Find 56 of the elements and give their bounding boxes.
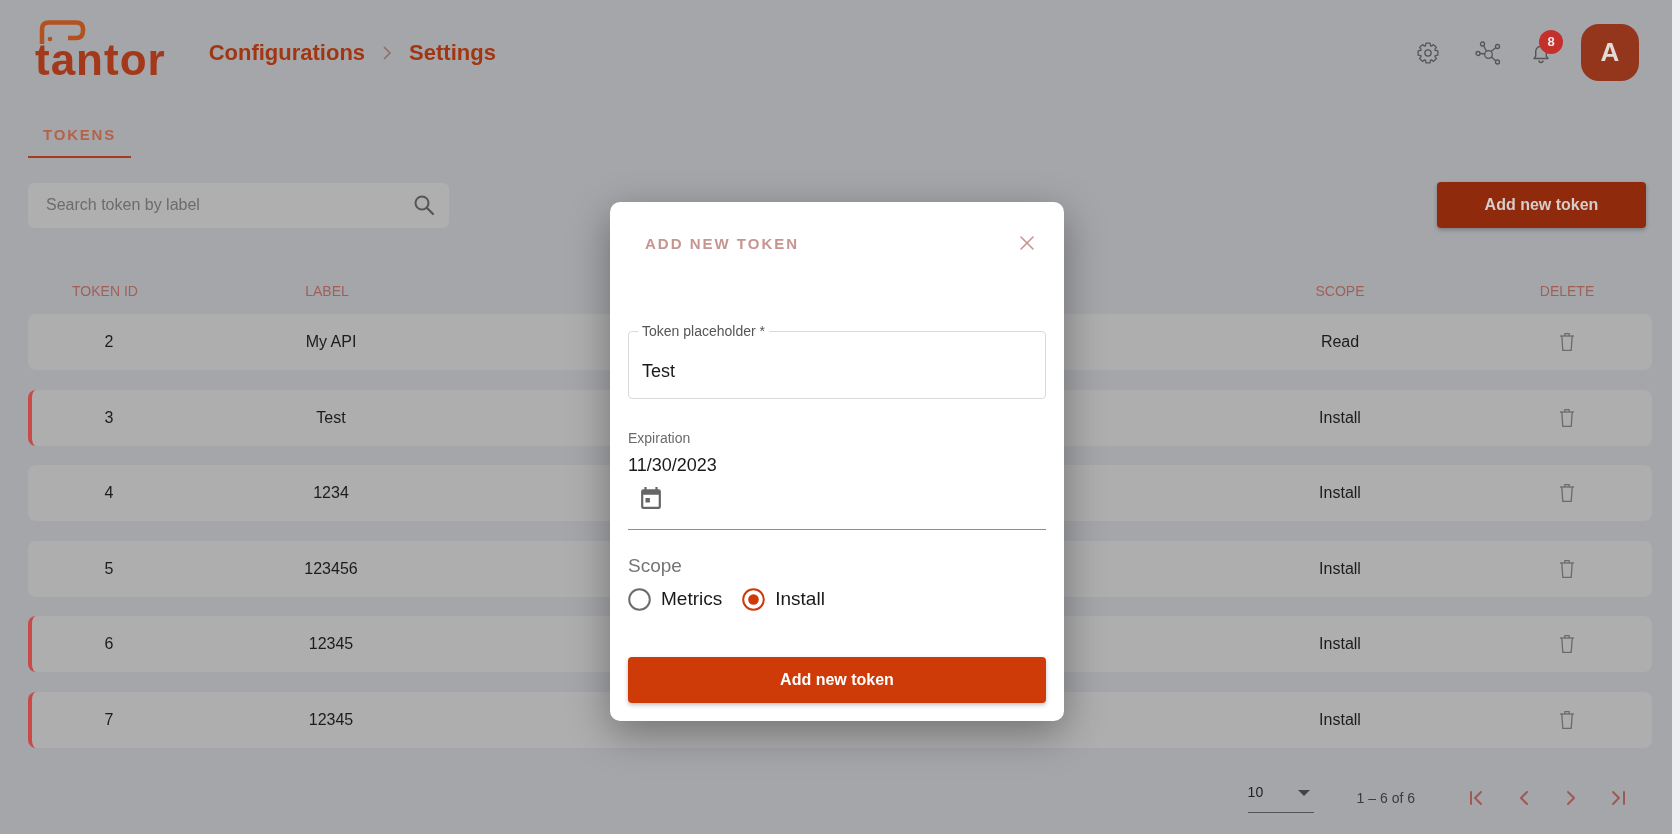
close-icon[interactable] [1019, 235, 1035, 251]
page-size-select[interactable]: 10 [1247, 782, 1314, 813]
search-field[interactable]: Search token by label [28, 182, 449, 228]
breadcrumb-link[interactable]: Settings [409, 39, 496, 66]
table-cell-text: Install [1318, 408, 1362, 427]
chevron-right-icon [382, 44, 393, 61]
add-token-button[interactable]: Add new token [628, 657, 1046, 703]
table-cell-text: Install [1318, 710, 1362, 729]
table-cell-text: 12345 [307, 710, 355, 729]
table-cell-text: 6 [103, 635, 115, 653]
radio-option[interactable]: Metrics [628, 587, 723, 611]
text-field[interactable]: Token placeholder * Test [628, 323, 1046, 399]
trash-icon[interactable] [1559, 407, 1575, 428]
table-cell-text: Install [1318, 635, 1362, 653]
trash-icon[interactable] [1559, 634, 1575, 654]
search-icon[interactable] [413, 193, 435, 216]
field-label: Token placeholder * [641, 323, 766, 339]
radio-icon[interactable] [628, 587, 651, 611]
column-header: DELETE [1538, 283, 1596, 299]
dialog-title: ADD NEW TOKEN [645, 234, 800, 252]
trash-icon[interactable] [1559, 332, 1575, 352]
field-label: Expiration [628, 430, 692, 446]
caret-down-icon [1297, 789, 1310, 796]
trash-icon[interactable] [1559, 709, 1575, 730]
table-cell-text: Read [1319, 333, 1361, 351]
trash-icon[interactable] [1559, 483, 1575, 503]
column-header: LABEL [304, 283, 350, 299]
settings-icon[interactable] [1417, 41, 1439, 64]
calendar-icon[interactable] [640, 487, 662, 509]
table-cell-text: Test [315, 408, 347, 427]
table-cell-text: 2 [103, 333, 115, 351]
trash-icon[interactable] [1559, 558, 1575, 579]
table-cell-text: 7 [103, 710, 115, 729]
notification-badge: 8 [1539, 29, 1563, 54]
table-cell-text: Install [1318, 484, 1362, 502]
logo-wordmark: tantor [35, 43, 166, 76]
table-cell-text: 5 [103, 559, 115, 578]
network-icon[interactable] [1475, 40, 1501, 65]
table-cell-text: 1234 [312, 484, 350, 502]
add-token-button[interactable]: Add new token [1437, 182, 1646, 228]
table-cell-text: My API [304, 333, 358, 351]
avatar-button[interactable]: A [1581, 24, 1639, 81]
radio-icon[interactable] [742, 587, 766, 611]
table-cell-text: 4 [103, 484, 115, 502]
breadcrumb-link[interactable]: Configurations [208, 39, 366, 66]
pagination-range: 1 – 6 of 6 [1356, 789, 1415, 806]
table-cell-text: Install [1318, 559, 1362, 578]
date-field[interactable]: 11/30/2023 [628, 454, 1046, 530]
radio-option[interactable]: Install [742, 587, 825, 611]
group-label: Scope [628, 555, 683, 577]
table-cell-text: 12345 [307, 635, 355, 653]
column-header: TOKEN ID [71, 283, 139, 299]
column-header: SCOPE [1314, 283, 1366, 299]
table-cell-text: 123456 [303, 559, 359, 578]
table-cell-text: 3 [103, 408, 115, 427]
speech-bubble-icon [38, 19, 88, 44]
